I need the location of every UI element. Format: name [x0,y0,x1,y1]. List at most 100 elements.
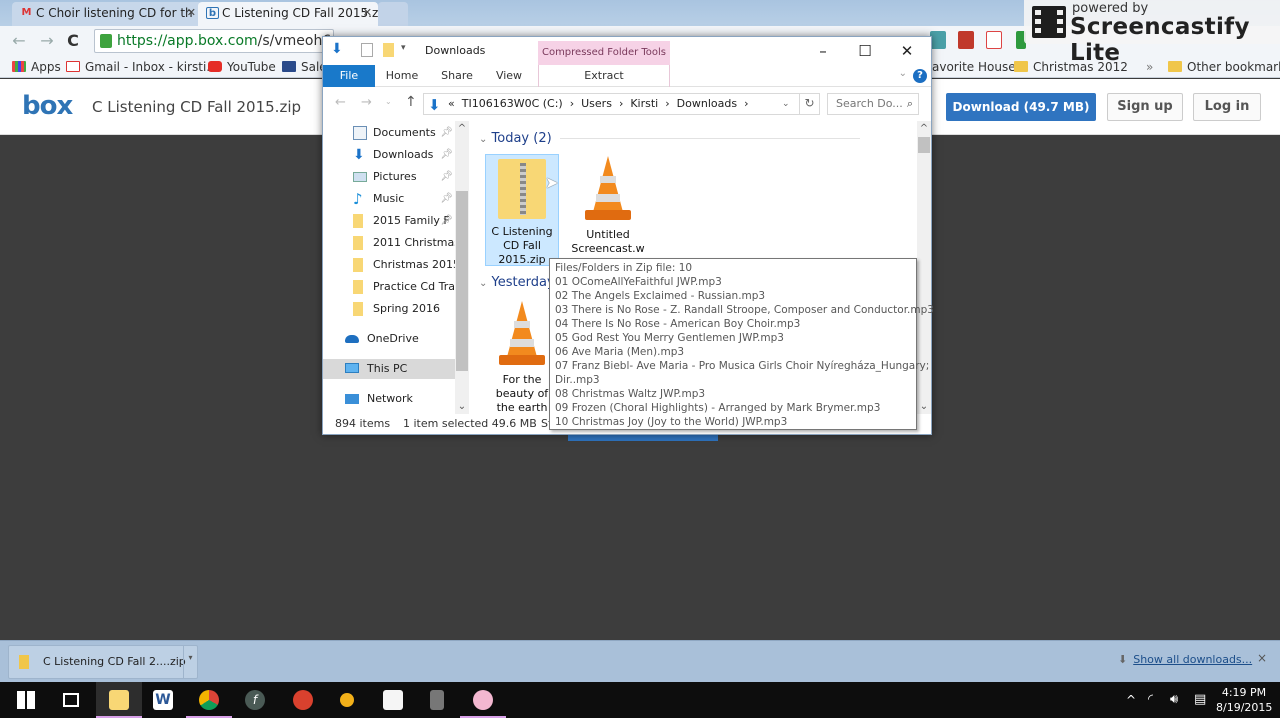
breadcrumb-users[interactable]: Users [581,97,612,110]
file-item-zip[interactable]: C Listening CD Fall 2015.zip [485,154,559,266]
scroll-down-icon[interactable]: ⌄ [455,401,469,412]
help-icon[interactable]: ? [913,69,927,83]
scroll-up-icon[interactable]: ^ [455,123,469,134]
breadcrumb-kirsti[interactable]: Kirsti [630,97,658,110]
vlc-icon [499,301,545,367]
tab-gmail[interactable]: M C Choir listening CD for th ✕ [12,2,202,26]
tab-label: C Listening CD Fall 2015.z [222,6,378,20]
scroll-up-icon[interactable]: ^ [917,123,931,134]
properties-icon[interactable] [361,43,373,57]
nav-item-music[interactable]: ♪ Music 📌︎ [323,189,455,209]
sign-up-button[interactable]: Sign up [1107,93,1183,121]
pin-icon[interactable]: 📌︎ [440,189,453,209]
close-downloads-bar-icon[interactable]: × [1257,651,1267,665]
minimize-button[interactable]: – [803,39,843,63]
bookmark-sale[interactable]: Sale [282,59,327,75]
show-hidden-icons[interactable]: ^ [1126,682,1136,718]
nav-item-this-pc[interactable]: This PC [323,359,455,379]
bookmark-youtube[interactable]: YouTube [208,59,276,75]
breadcrumb-drive[interactable]: TI106163W0C (C:) [462,97,563,110]
expand-ribbon-icon[interactable]: ⌄ [899,68,907,79]
nav-item-folder[interactable]: 2011 Christmas C [323,233,455,253]
nav-item-pictures[interactable]: Pictures 📌︎ [323,167,455,187]
nav-item-folder[interactable]: Spring 2016 [323,299,455,319]
ccleaner-icon [293,690,313,710]
group-today[interactable]: ⌄ Today (2) [479,131,860,146]
nav-item-folder[interactable]: Christmas 2015 [323,255,455,275]
pin-icon[interactable]: 📌︎ [440,123,453,143]
extension-icon[interactable] [958,31,974,49]
nav-item-network[interactable]: Network [323,389,455,409]
taskbar-itunes[interactable] [460,682,506,718]
tab-share[interactable]: Share [435,65,479,87]
download-button[interactable]: Download (49.7 MB) [946,93,1096,121]
wifi-icon[interactable]: ◜ [1148,682,1153,718]
download-item[interactable]: C Listening CD Fall 2....zip ▾ [8,645,198,679]
pin-icon[interactable]: 📌︎ [440,211,453,231]
customize-toolbar-icon[interactable]: ▾ [401,43,406,53]
taskbar-finale[interactable]: f [232,682,278,718]
reload-icon[interactable]: C [62,30,84,52]
bookmark-favorite-houses[interactable]: avorite Houses [932,59,1022,75]
file-item-video[interactable]: Untitled Screencast.w ebm [571,154,645,269]
pin-icon[interactable]: 📌︎ [440,145,453,165]
show-all-downloads-link[interactable]: ⬇ Show all downloads... [1118,653,1252,666]
log-in-button[interactable]: Log in [1193,93,1261,121]
taskbar-app-grid[interactable] [370,682,416,718]
file-item-video[interactable]: For the beauty of the earth Philip St... [485,299,559,414]
nav-scrollbar[interactable]: ^ ⌄ [455,121,469,414]
explorer-address-bar[interactable]: ⬇ « TI106163W0C (C:) › Users › Kirsti › … [423,93,820,115]
close-tab-icon[interactable]: ✕ [187,2,196,24]
tab-extract[interactable]: Extract [538,65,670,87]
taskbar-chrome[interactable] [186,682,232,718]
volume-icon[interactable]: 🔊︎ [1170,682,1178,718]
tab-file[interactable]: File [323,65,375,87]
box-logo[interactable]: box [22,91,73,121]
nav-item-downloads[interactable]: ⬇ Downloads 📌︎ [323,145,455,165]
search-input[interactable]: Search Do... ⌕ [827,93,919,115]
action-center-icon[interactable]: ▤ [1194,682,1206,718]
taskbar-app[interactable] [324,682,370,718]
maximize-button[interactable]: ☐ [845,39,885,63]
pin-icon[interactable]: 📌︎ [440,167,453,187]
close-tab-icon[interactable]: ✕ [363,2,372,24]
forward-arrow-icon[interactable]: → [361,95,372,110]
nav-item-folder[interactable]: 2015 Family F 📌︎ [323,211,455,231]
taskbar-server[interactable] [414,682,460,718]
window-title: Downloads [425,44,486,57]
taskbar-file-explorer[interactable] [96,682,142,718]
scroll-down-icon[interactable]: ⌄ [917,401,931,412]
forward-arrow-icon[interactable]: → [36,30,58,52]
address-bar[interactable]: https://app.box.com/s/vmeoh6 [94,29,334,53]
back-arrow-icon[interactable]: ← [8,30,30,52]
bookmark-gmail[interactable]: Gmail - Inbox - kirsti... [66,59,218,75]
scrollbar-thumb[interactable] [918,137,930,153]
taskbar-word[interactable]: W [140,682,186,718]
taskbar-ccleaner[interactable] [280,682,326,718]
mouse-cursor-icon: ➤ [545,173,559,192]
tab-box[interactable]: b C Listening CD Fall 2015.z ✕ [198,2,378,26]
breadcrumb-downloads[interactable]: Downloads [677,97,737,110]
new-folder-icon[interactable] [383,43,394,57]
nav-item-onedrive[interactable]: OneDrive [323,329,455,349]
system-clock[interactable]: 4:19 PM 8/19/2015 [1216,685,1272,715]
close-button[interactable]: ✕ [887,39,927,63]
nav-item-folder[interactable]: Practice Cd Trac [323,277,455,297]
task-view-button[interactable] [48,682,94,718]
nav-item-documents[interactable]: Documents 📌︎ [323,123,455,143]
back-arrow-icon[interactable]: ← [335,95,346,110]
address-dropdown-icon[interactable]: ⌄ [782,94,790,114]
start-button[interactable] [4,682,50,718]
scrollbar-thumb[interactable] [456,191,468,371]
tab-home[interactable]: Home [381,65,423,87]
bookmark-apps[interactable]: Apps [12,59,61,75]
recent-locations-icon[interactable]: ⌄ [385,97,392,106]
tab-view[interactable]: View [489,65,529,87]
google-plus-icon[interactable] [986,31,1002,49]
download-options-icon[interactable]: ▾ [183,646,197,678]
new-tab-button[interactable] [378,2,408,26]
refresh-icon[interactable]: ↻ [799,93,819,115]
file-title: C Listening CD Fall 2015.zip [92,98,302,116]
extension-icon[interactable] [930,31,946,49]
up-arrow-icon[interactable]: ↑ [405,94,417,110]
